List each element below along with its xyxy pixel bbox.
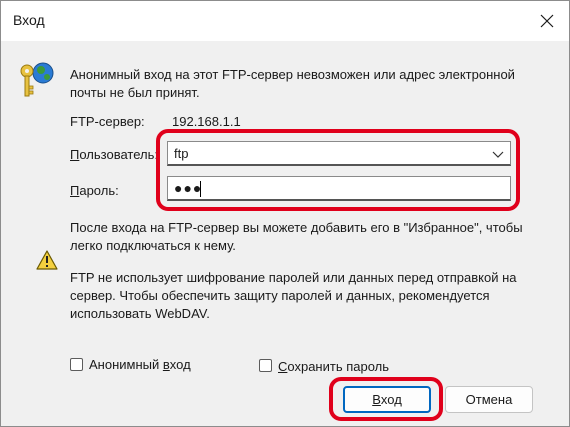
security-warning: FTP не использует шифрование паролей или… [70, 270, 517, 321]
close-button[interactable] [531, 5, 563, 37]
login-dialog: Вход Анонимный вход на этот FTP-сервер н… [0, 0, 570, 427]
password-label-text: ароль: [79, 183, 119, 198]
anonymous-label-accesskey: в [162, 357, 170, 372]
cancel-button[interactable]: Отмена [445, 386, 533, 413]
server-value: 192.168.1.1 [172, 114, 241, 129]
save-password-checkbox[interactable] [259, 359, 272, 372]
dialog-content: Анонимный вход на этот FTP-сервер невозм… [1, 41, 569, 426]
username-label-text: ользователь: [79, 147, 158, 162]
cancel-button-label: Отмена [465, 392, 513, 407]
username-label-accesskey: П [70, 147, 80, 162]
save-password-label-text: охранить пароль [287, 359, 390, 374]
password-label: Пароль: [70, 183, 119, 198]
favorites-note: После входа на FTP-сервер вы можете доба… [70, 220, 523, 253]
window-title: Вход [13, 12, 45, 28]
anonymous-login-checkbox[interactable] [70, 358, 83, 371]
username-label: Пользователь: [70, 147, 158, 162]
login-button-highlight [329, 377, 443, 421]
user-key-icon [20, 62, 54, 97]
credentials-highlight [156, 129, 520, 211]
anonymous-label-before: Анонимный [89, 357, 163, 372]
save-password-accesskey: С [278, 359, 288, 374]
info-message: Анонимный вход на этот FTP-сервер невозм… [70, 67, 515, 100]
title-bar: Вход [1, 1, 569, 41]
warning-icon [36, 250, 58, 270]
anonymous-label-after: ход [169, 357, 191, 372]
close-icon [540, 14, 554, 28]
password-label-accesskey: П [70, 183, 80, 198]
server-label: FTP-сервер: [70, 114, 145, 129]
save-password-label[interactable]: Сохранить пароль [278, 359, 389, 374]
anonymous-login-label[interactable]: Анонимный вход [89, 357, 191, 372]
